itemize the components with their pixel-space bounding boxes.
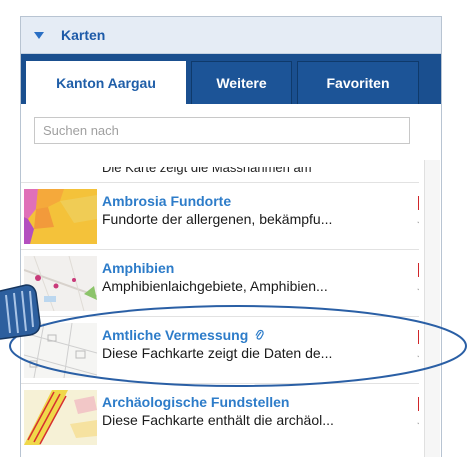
star-outline-icon[interactable]: ☆ (416, 284, 419, 300)
item-description: Diese Fachkarte enthält die archäol... (102, 412, 334, 428)
list-item[interactable]: Ambrosia Fundorte Fundorte der allergene… (21, 182, 419, 249)
pdf-icon[interactable] (418, 196, 419, 210)
list-item[interactable]: Amtliche Vermessung Diese Fachkarte zeig… (21, 316, 419, 383)
pdf-icon[interactable] (418, 397, 419, 411)
pdf-icon[interactable] (418, 263, 419, 277)
item-title-text: Amtliche Vermessung (102, 327, 249, 343)
item-title[interactable]: Ambrosia Fundorte (102, 193, 231, 209)
tab-weitere[interactable]: Weitere (191, 61, 292, 104)
tab-favoriten[interactable]: Favoriten (297, 61, 419, 104)
chevron-down-icon[interactable] (34, 31, 44, 39)
star-outline-icon[interactable]: ☆ (416, 418, 419, 434)
tab-bar: Kanton Aargau Weitere Favoriten (21, 54, 441, 104)
list-item-partial-description: Die Karte zeigt die Massnahmen am (102, 167, 312, 175)
map-thumbnail-archaeologie (24, 390, 97, 445)
item-description: Diese Fachkarte zeigt die Daten de... (102, 345, 333, 361)
item-title[interactable]: Amtliche Vermessung (102, 327, 264, 343)
pdf-icon[interactable] (418, 330, 419, 344)
list-item[interactable]: Amphibien Amphibienlaichgebiete, Amphibi… (21, 249, 419, 316)
search-row (21, 104, 441, 150)
karten-panel: Karten Kanton Aargau Weitere Favoriten D… (20, 16, 442, 457)
item-description: Amphibienlaichgebiete, Amphibien... (102, 278, 328, 294)
item-title[interactable]: Amphibien (102, 260, 174, 276)
tab-kanton-aargau[interactable]: Kanton Aargau (26, 61, 186, 104)
panel-header[interactable]: Karten (21, 17, 441, 54)
panel-title: Karten (61, 27, 106, 43)
list-item[interactable]: Archäologische Fundstellen Diese Fachkar… (21, 383, 419, 450)
item-description: Fundorte der allergenen, bekämpfu... (102, 211, 333, 227)
search-input[interactable] (34, 117, 410, 144)
star-outline-icon[interactable]: ☆ (416, 351, 419, 367)
map-thumbnail-ambrosia (24, 189, 97, 244)
paperclip-icon (255, 329, 264, 340)
map-list: Die Karte zeigt die Massnahmen am Ambros… (21, 167, 419, 457)
star-outline-icon[interactable]: ☆ (416, 217, 419, 233)
list-scrollbar[interactable] (424, 160, 440, 457)
item-title[interactable]: Archäologische Fundstellen (102, 394, 289, 410)
hand-pointer-icon (0, 284, 41, 340)
